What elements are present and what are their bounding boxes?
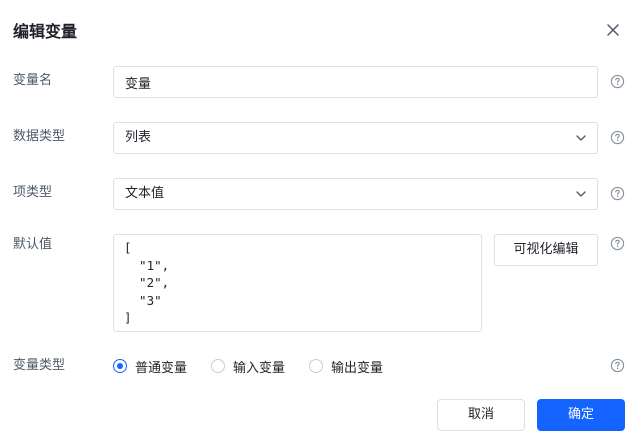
radio-dot[interactable] xyxy=(309,359,324,373)
question-circle-icon[interactable] xyxy=(610,130,625,145)
question-circle-icon[interactable] xyxy=(610,236,625,251)
visual-edit-button[interactable]: 可视化编辑 xyxy=(494,234,598,266)
dialog-title: 编辑变量 xyxy=(13,22,78,41)
data-type-select[interactable]: 列表 xyxy=(113,122,598,154)
data-type-label: 数据类型 xyxy=(13,129,66,144)
var-type-label: 变量类型 xyxy=(13,358,66,373)
radio-label: 输出变量 xyxy=(331,360,384,376)
var-type-radio-group: 普通变量 输入变量 输出变量 xyxy=(113,356,407,376)
var-name-label: 变量名 xyxy=(13,73,53,88)
radio-label: 普通变量 xyxy=(135,360,188,376)
default-value-textarea[interactable]: [ "1", "2", "3" ] xyxy=(113,234,482,332)
item-type-select[interactable]: 文本值 xyxy=(113,178,598,210)
radio-label: 输入变量 xyxy=(233,360,286,376)
radio-normal-variable[interactable]: 普通变量 xyxy=(113,357,187,376)
question-circle-icon[interactable] xyxy=(610,186,625,201)
item-type-value: 文本值 xyxy=(125,186,165,201)
chevron-down-icon xyxy=(575,188,587,200)
chevron-down-icon xyxy=(575,132,587,144)
question-circle-icon[interactable] xyxy=(610,358,625,373)
data-type-value: 列表 xyxy=(125,130,152,145)
item-type-label: 项类型 xyxy=(13,185,53,200)
radio-dot[interactable] xyxy=(113,359,127,373)
close-icon[interactable] xyxy=(603,20,623,40)
radio-output-variable[interactable]: 输出变量 xyxy=(309,357,383,376)
question-circle-icon[interactable] xyxy=(610,74,625,89)
radio-input-variable[interactable]: 输入变量 xyxy=(211,357,285,376)
var-name-field[interactable] xyxy=(113,66,598,98)
default-value-label: 默认值 xyxy=(13,237,53,252)
var-name-input[interactable] xyxy=(125,67,597,97)
edit-variable-dialog: 编辑变量 变量名 数据类型 列表 项类型 文本值 默认值 [ "1", "2",… xyxy=(0,0,642,439)
radio-dot[interactable] xyxy=(211,359,226,373)
confirm-button[interactable]: 确定 xyxy=(537,399,625,431)
cancel-button[interactable]: 取消 xyxy=(437,399,525,431)
